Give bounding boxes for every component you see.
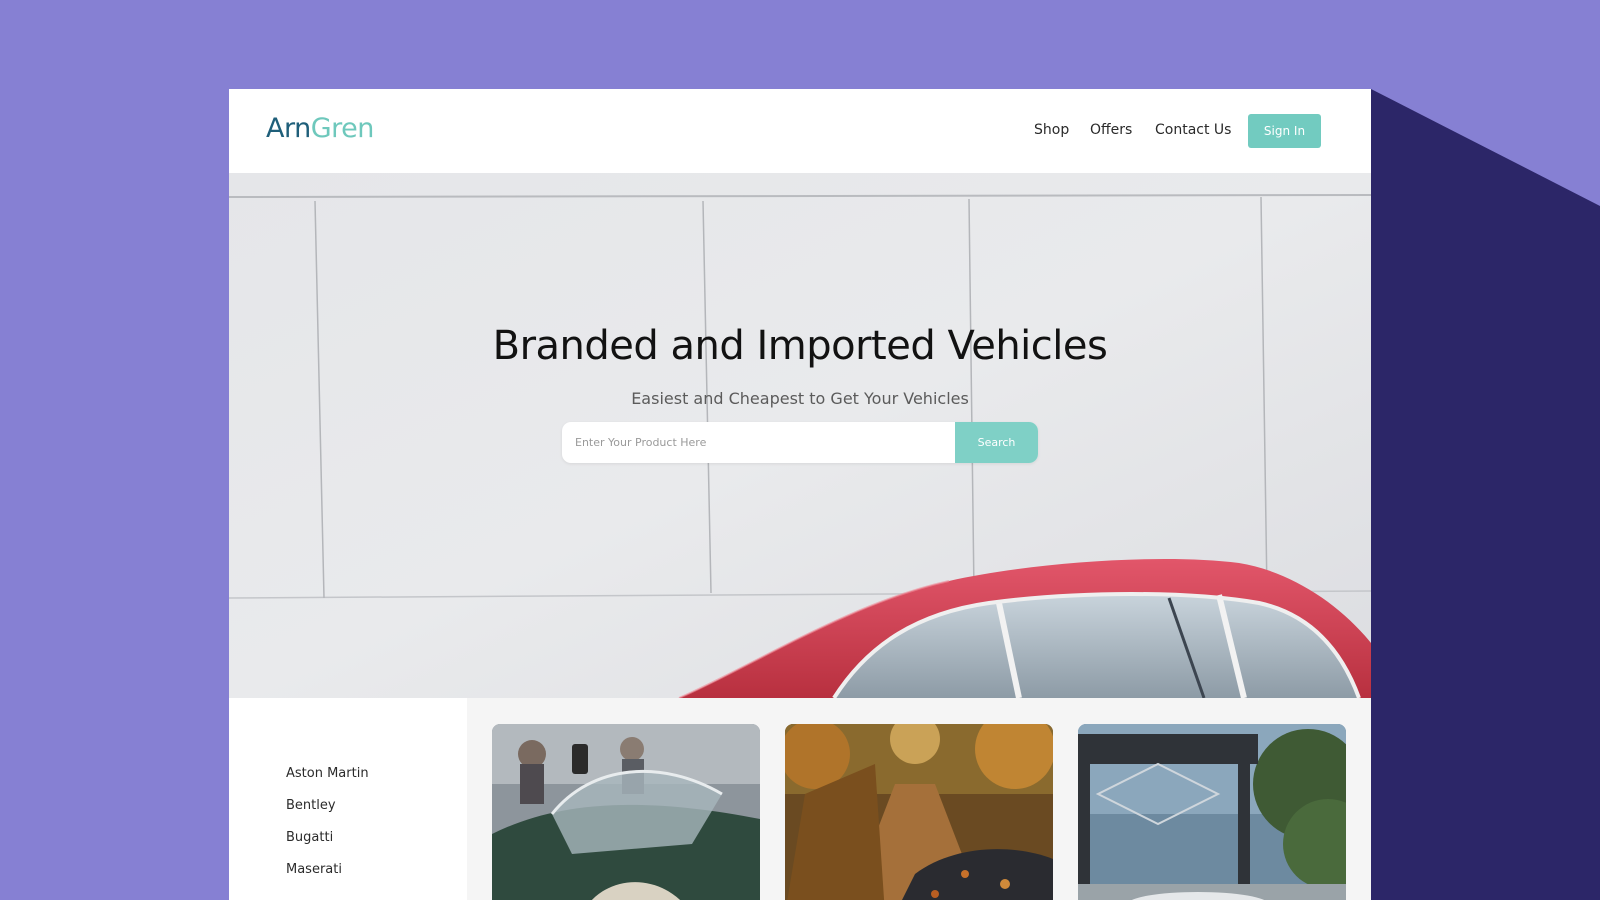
product-image-showroom [1078,724,1346,900]
hero-title: Branded and Imported Vehicles [492,323,1108,369]
logo[interactable]: ArnGren [266,113,374,144]
nav-link-offers[interactable]: Offers [1090,122,1132,138]
brand-item-maserati[interactable]: Maserati [286,862,369,894]
nav-link-contact[interactable]: Contact Us [1155,122,1231,138]
search-button[interactable]: Search [955,422,1038,463]
search-input[interactable] [562,422,955,463]
brand-sidebar: Aston Martin Bentley Bugatti Maserati [229,698,467,900]
product-grid [467,698,1371,900]
top-navigation-bar: ArnGren Shop Offers Contact Us Sign In [229,89,1371,173]
product-card-autumn-car[interactable] [785,724,1053,900]
logo-text-secondary: Gren [310,113,375,144]
brand-list: Aston Martin Bentley Bugatti Maserati [286,766,369,894]
website-window: ArnGren Shop Offers Contact Us Sign In B… [229,89,1371,900]
product-card-green-racer[interactable] [492,724,760,900]
product-image-green-racer [492,724,760,900]
brand-item-bentley[interactable]: Bentley [286,798,369,830]
sign-in-button[interactable]: Sign In [1248,114,1321,148]
nav-link-shop[interactable]: Shop [1034,122,1069,138]
product-image-autumn-car [785,724,1053,900]
product-card-showroom[interactable] [1078,724,1346,900]
hero-section: Branded and Imported Vehicles Easiest an… [229,173,1371,698]
hero-subtitle: Easiest and Cheapest to Get Your Vehicle… [631,389,969,408]
brand-item-bugatti[interactable]: Bugatti [286,830,369,862]
logo-text-primary: Arn [266,113,311,144]
search-bar: Search [562,422,1038,463]
brand-item-aston-martin[interactable]: Aston Martin [286,766,369,798]
